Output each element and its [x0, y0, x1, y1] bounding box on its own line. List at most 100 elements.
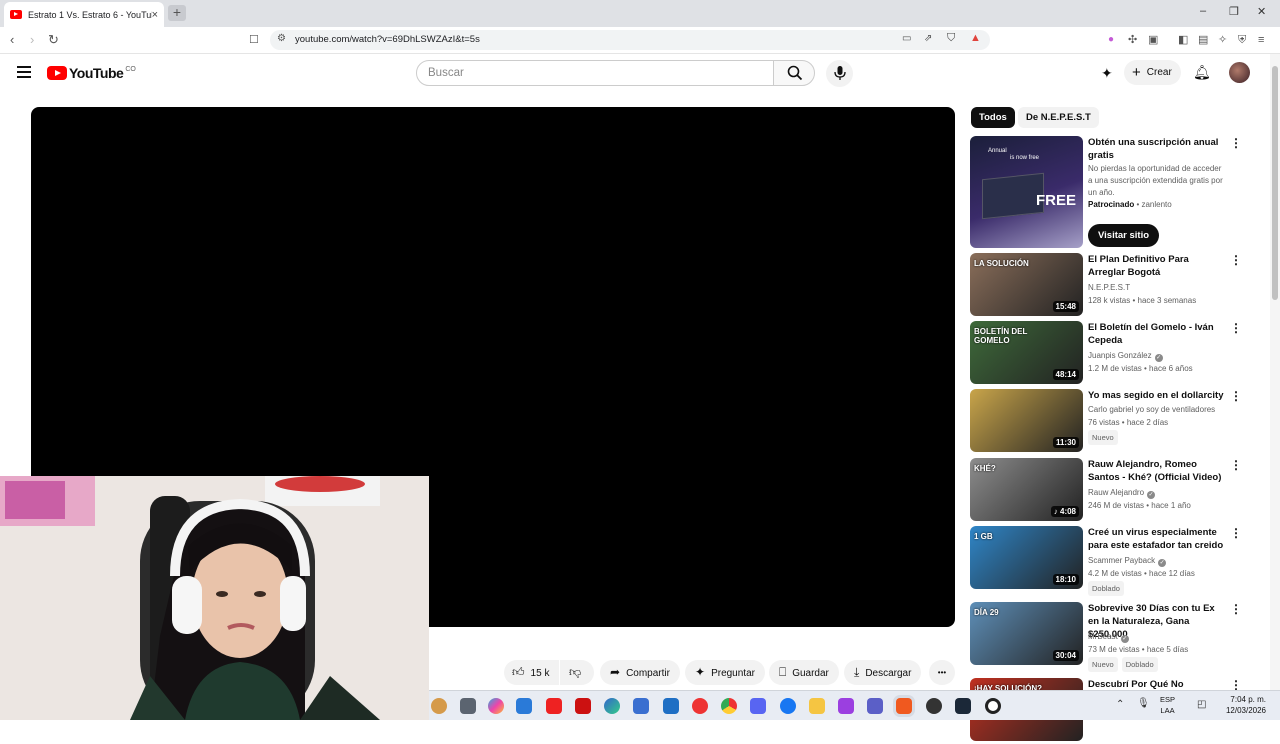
- tab-close-icon[interactable]: ×: [152, 9, 158, 21]
- chrome-icon[interactable]: [721, 698, 737, 714]
- channel-name[interactable]: Juanpis González: [1088, 351, 1152, 360]
- video-thumbnail[interactable]: KHÉ? ♪ 4:08: [970, 458, 1083, 521]
- video-thumbnail[interactable]: LA SOLUCIÓN 15:48: [970, 253, 1083, 316]
- channel-name[interactable]: Carlo gabriel yo soy de ventiladores: [1088, 405, 1215, 414]
- more-actions-button[interactable]: •••: [929, 660, 955, 685]
- video-title[interactable]: Creé un virus especialmente para este es…: [1088, 526, 1228, 552]
- steam-icon[interactable]: [955, 698, 971, 714]
- create-button[interactable]: + Crear: [1124, 60, 1181, 85]
- avatar[interactable]: [1229, 62, 1250, 83]
- video-title[interactable]: Rauw Alejandro, Romeo Santos - Khé? (Off…: [1088, 458, 1228, 484]
- pinned-app-icon[interactable]: [431, 698, 447, 714]
- video-thumbnail[interactable]: 11:30: [970, 389, 1083, 452]
- reload-icon[interactable]: ↻: [48, 32, 59, 48]
- opera-icon[interactable]: [692, 698, 708, 714]
- list-item[interactable]: DÍA 29 30:04 Sobrevive 30 Días con tu Ex e…: [970, 602, 1260, 672]
- sidebar-icon[interactable]: ◧: [1178, 32, 1188, 48]
- dislike-button[interactable]: 👎︎: [560, 660, 594, 685]
- brave-wallet-icon[interactable]: ▤: [1198, 32, 1208, 48]
- vpn-icon[interactable]: ⛨: [1238, 32, 1246, 48]
- app-icon-purple[interactable]: [838, 698, 854, 714]
- more-options-icon[interactable]: ⋮: [1230, 679, 1242, 691]
- network-icon[interactable]: ◰: [1197, 699, 1206, 710]
- brave-rewards-icon[interactable]: ▲: [970, 32, 981, 44]
- browser-tab[interactable]: Estrato 1 Vs. Estrato 6 - YouTube ×: [4, 2, 164, 27]
- tray-chevron-icon[interactable]: ⌃: [1116, 699, 1124, 710]
- youtube-studio-icon[interactable]: ✦: [1101, 65, 1113, 82]
- search-input[interactable]: Buscar: [416, 60, 774, 86]
- scrollbar-thumb[interactable]: [1272, 66, 1278, 300]
- download-button[interactable]: ⤓ Descargar: [844, 660, 922, 685]
- video-title[interactable]: El Plan Definitivo Para Arreglar Bogotá: [1088, 253, 1228, 279]
- more-options-icon[interactable]: ⋮: [1230, 254, 1242, 266]
- save-button[interactable]: ⎕ Guardar: [769, 660, 839, 685]
- close-window-button[interactable]: ✕: [1257, 5, 1266, 18]
- minimize-button[interactable]: –: [1200, 5, 1206, 17]
- more-options-icon[interactable]: ⋮: [1230, 390, 1242, 402]
- notifications-bell-icon[interactable]: 🔔︎: [1193, 64, 1211, 81]
- input-language[interactable]: ESP LAA: [1160, 694, 1175, 716]
- more-options-icon[interactable]: ⋮: [1230, 527, 1242, 539]
- more-options-icon[interactable]: ⋮: [1230, 603, 1242, 615]
- list-item[interactable]: 11:30 Yo mas segido en el dollarcity Carlo…: [970, 389, 1260, 455]
- channel-name[interactable]: N.E.P.E.S.T: [1088, 283, 1130, 292]
- channel-name[interactable]: Rauw Alejandro: [1088, 488, 1144, 497]
- video-thumbnail[interactable]: BOLETÍN DEL GOMELO 48:14: [970, 321, 1083, 384]
- visit-site-button[interactable]: Visitar sitio: [1088, 224, 1160, 247]
- extension-color-icon[interactable]: ●: [1108, 32, 1114, 48]
- brave-icon[interactable]: [896, 698, 912, 714]
- share-page-icon[interactable]: ⇗: [924, 33, 932, 44]
- system-clock[interactable]: 7:04 p. m. 12/03/2026: [1226, 694, 1266, 716]
- file-explorer-icon[interactable]: [809, 698, 825, 714]
- chip-all[interactable]: Todos: [971, 107, 1015, 128]
- list-item[interactable]: LA SOLUCIÓN 15:48 El Plan Definitivo Para …: [970, 253, 1260, 319]
- ad-title[interactable]: Obtén una suscripción anual gratis: [1088, 136, 1228, 162]
- chip-channel[interactable]: De N.E.P.E.S.T: [1018, 107, 1099, 128]
- facebook-icon[interactable]: [780, 698, 796, 714]
- app-icon-ring[interactable]: [985, 698, 1001, 714]
- copilot-icon[interactable]: [488, 698, 504, 714]
- microphone-tray-icon[interactable]: 🎙︎: [1137, 698, 1150, 709]
- list-item[interactable]: 1 GB 18:10 Creé un virus especialmente par…: [970, 526, 1260, 596]
- discord-icon[interactable]: [750, 698, 766, 714]
- site-settings-icon[interactable]: ⚙: [277, 33, 286, 44]
- app-icon-feather[interactable]: [633, 698, 649, 714]
- mail-icon[interactable]: [663, 698, 679, 714]
- task-view-icon[interactable]: [460, 698, 476, 714]
- netflix-icon[interactable]: [575, 698, 591, 714]
- list-item[interactable]: BOLETÍN DEL GOMELO 48:14 El Boletín del Go…: [970, 321, 1260, 387]
- more-options-icon[interactable]: ⋮: [1230, 137, 1242, 149]
- video-title[interactable]: El Boletín del Gomelo - Iván Cepeda: [1088, 321, 1228, 347]
- channel-name[interactable]: MrBeast: [1088, 632, 1118, 641]
- list-item[interactable]: KHÉ? ♪ 4:08 Rauw Alejandro, Romeo Santos -…: [970, 458, 1260, 524]
- hamburger-menu-icon[interactable]: [17, 66, 31, 78]
- brave-shield-icon[interactable]: ⛉: [947, 32, 955, 45]
- youtube-app-icon[interactable]: [546, 698, 562, 714]
- install-app-icon[interactable]: ▭: [902, 33, 911, 44]
- store-icon[interactable]: [516, 698, 532, 714]
- ad-item[interactable]: Annual is now free FREE Obtén una suscri…: [970, 136, 1260, 248]
- bookmark-icon[interactable]: ☐: [249, 32, 259, 48]
- ask-button[interactable]: ✦ Preguntar: [685, 660, 765, 685]
- extensions-icon[interactable]: ✣: [1128, 32, 1137, 48]
- page-scrollbar[interactable]: [1270, 54, 1280, 690]
- wallet-icon[interactable]: ▣: [1148, 32, 1158, 48]
- obs-icon[interactable]: [926, 698, 942, 714]
- video-thumbnail[interactable]: DÍA 29 30:04: [970, 602, 1083, 665]
- channel-name[interactable]: Scammer Payback: [1088, 556, 1155, 565]
- voice-search-button[interactable]: [826, 60, 853, 87]
- ad-thumbnail[interactable]: Annual is now free FREE: [970, 136, 1083, 248]
- address-bar[interactable]: ⚙ youtube.com/watch?v=69DhLSWZAzI&t=5s ▭…: [270, 30, 990, 50]
- teams-icon[interactable]: [867, 698, 883, 714]
- like-button[interactable]: 👍︎ 15 k: [504, 660, 559, 685]
- maximize-button[interactable]: ❐: [1229, 5, 1239, 18]
- new-tab-button[interactable]: +: [168, 5, 186, 21]
- video-thumbnail[interactable]: 1 GB 18:10: [970, 526, 1083, 589]
- back-icon[interactable]: ‹: [10, 32, 14, 48]
- menu-icon[interactable]: ≡: [1258, 32, 1264, 48]
- video-title[interactable]: Yo mas segido en el dollarcity: [1088, 389, 1228, 402]
- more-options-icon[interactable]: ⋮: [1230, 459, 1242, 471]
- edge-icon[interactable]: [604, 698, 620, 714]
- leo-ai-icon[interactable]: ✧: [1218, 32, 1227, 48]
- more-options-icon[interactable]: ⋮: [1230, 322, 1242, 334]
